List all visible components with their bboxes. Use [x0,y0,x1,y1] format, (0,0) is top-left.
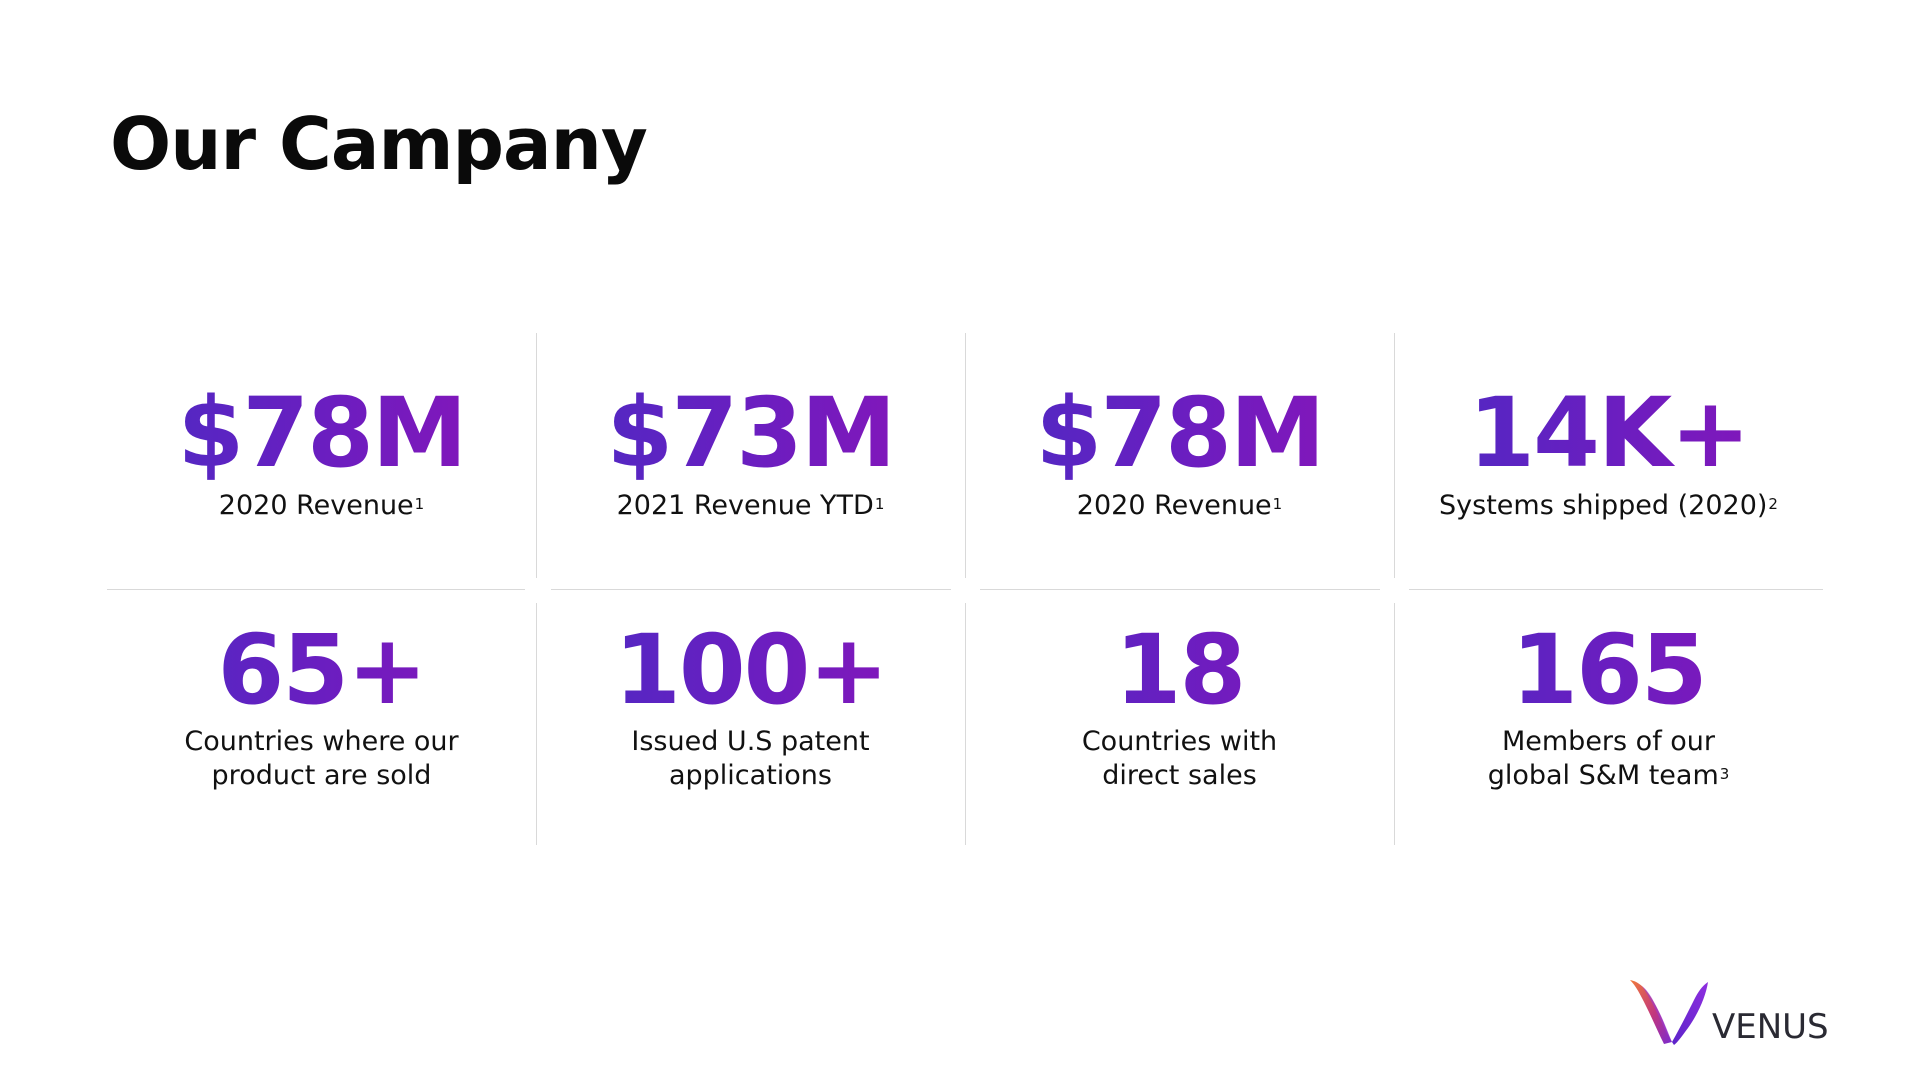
horizontal-divider [1409,589,1823,590]
stat-label-line: Systems shipped (2020) [1439,490,1768,521]
stat-card-patent-applications: 100+ Issued U.S patent applications [536,589,965,845]
stat-label-line: product are sold [211,760,432,791]
footnote-marker: 1 [414,495,425,513]
stat-label-line: 2020 Revenue [1076,490,1272,521]
stat-card-countries-sold: 65+ Countries where our product are sold [107,589,536,845]
vertical-divider [965,333,966,578]
stat-label-line: Issued U.S patent [631,726,870,757]
logo-wordmark: VENUS [1712,1007,1829,1047]
stat-label-line: Countries where our [184,726,459,757]
stat-label: 2020 Revenue1 [965,489,1394,523]
stat-label-line: 2020 Revenue [218,490,414,521]
stat-card-2021-revenue-ytd: $73M 2021 Revenue YTD1 [536,333,965,589]
stat-label-line: direct sales [1102,760,1257,791]
page-title: Our Campany [110,102,648,186]
stat-label: Issued U.S patent applications [536,725,965,793]
stat-value: $78M [107,385,536,481]
stat-value: $73M [536,385,965,481]
stat-card-2020-revenue: $78M 2020 Revenue1 [107,333,536,589]
stat-card-systems-shipped: 14K+ Systems shipped (2020)2 [1394,333,1823,589]
stat-label: Countries with direct sales [965,725,1394,793]
footnote-marker: 1 [1272,495,1283,513]
vertical-divider [965,603,966,845]
stat-label: Countries where our product are sold [107,725,536,793]
horizontal-divider [551,589,951,590]
venus-v-logo-icon [1630,980,1708,1045]
vertical-divider [1394,333,1395,578]
vertical-divider [536,603,537,845]
stat-value: 100+ [536,622,965,718]
vertical-divider [536,333,537,578]
stat-value: 18 [965,622,1394,718]
stat-value: $78M [965,385,1394,481]
horizontal-divider [980,589,1380,590]
stat-value: 14K+ [1394,385,1823,481]
stat-label-line: 2021 Revenue YTD [616,490,874,521]
stat-label: 2021 Revenue YTD1 [536,489,965,523]
stat-label-line: applications [668,760,832,791]
horizontal-divider [107,589,525,590]
footnote-marker: 1 [874,495,885,513]
stat-label: 2020 Revenue1 [107,489,536,523]
stat-label-line: Countries with [1081,726,1278,757]
stat-label-line: Members of our [1501,726,1716,757]
vertical-divider [1394,603,1395,845]
stat-value: 65+ [107,622,536,718]
company-logo: VENUS [1628,976,1829,1047]
stat-value: 165 [1394,622,1823,718]
stat-label: Members of our global S&M team3 [1394,725,1823,793]
footnote-marker: 3 [1719,765,1730,783]
stat-label-line: global S&M team [1487,760,1719,791]
footnote-marker: 2 [1768,495,1778,513]
stats-grid: $78M 2020 Revenue1 $73M 2021 Revenue YTD… [107,333,1823,845]
stat-card-direct-sales: 18 Countries with direct sales [965,589,1394,845]
stat-card-2020-revenue-repeat: $78M 2020 Revenue1 [965,333,1394,589]
stat-card-sm-team: 165 Members of our global S&M team3 [1394,589,1823,845]
stat-label: Systems shipped (2020)2 [1394,489,1823,523]
